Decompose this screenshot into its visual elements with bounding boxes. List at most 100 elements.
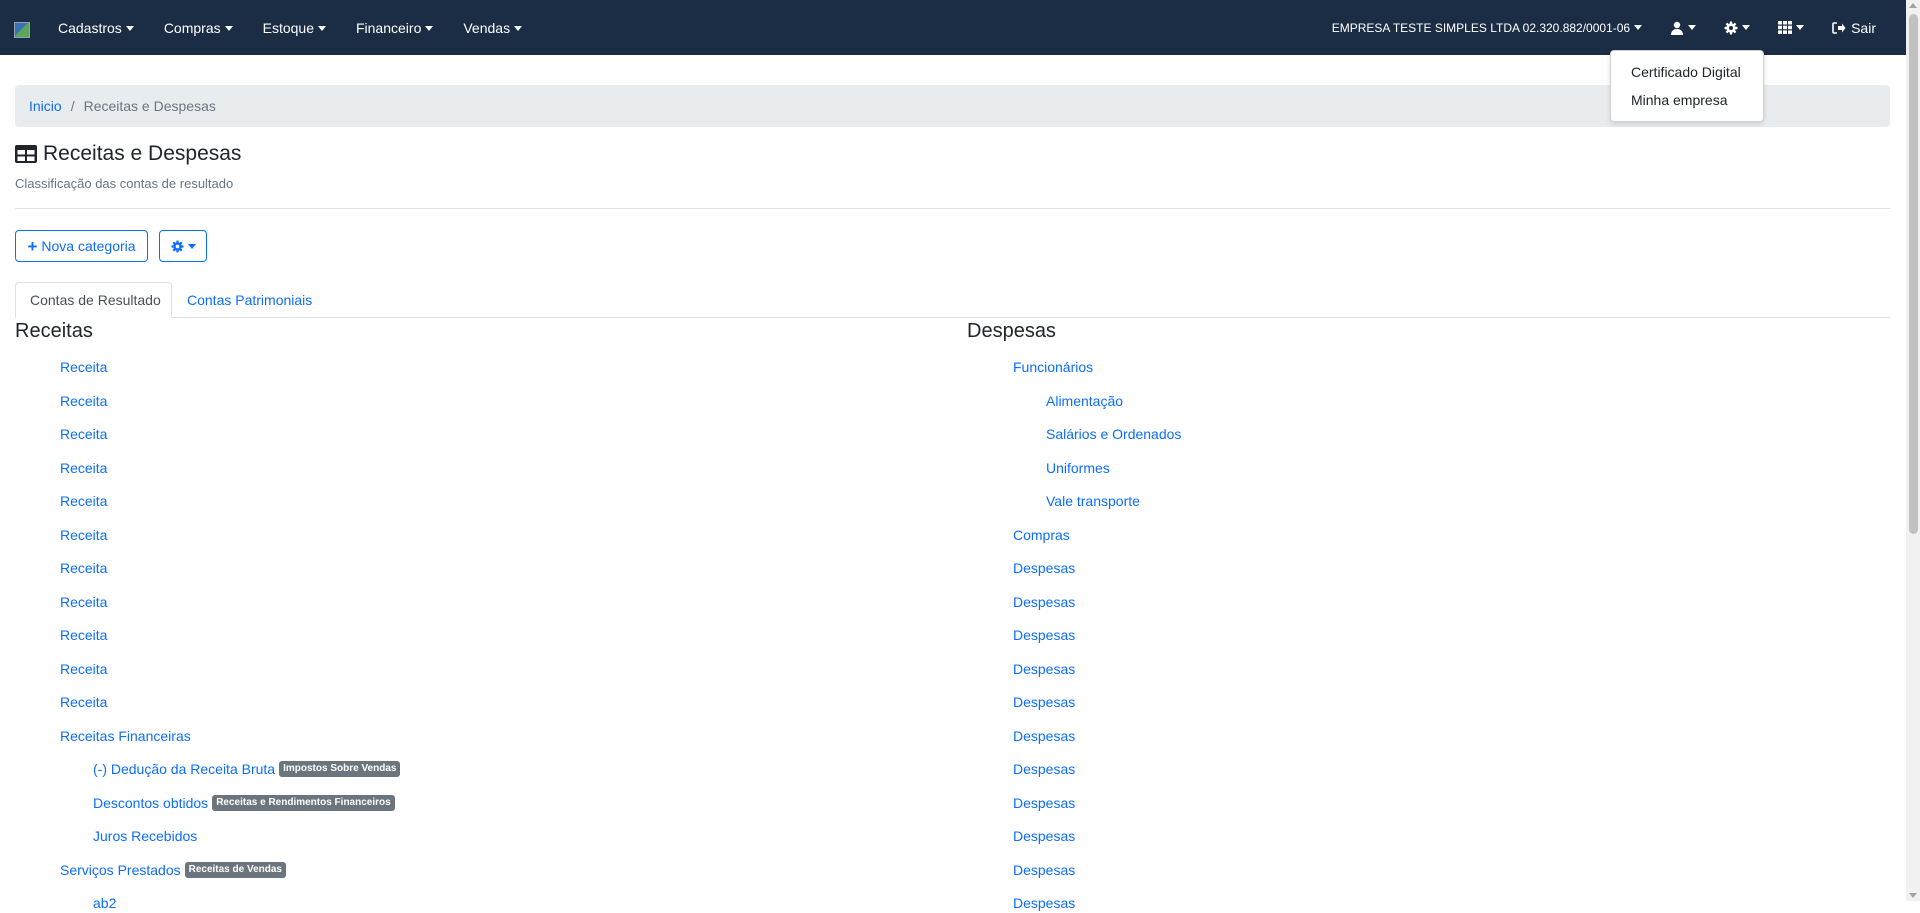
menu-estoque[interactable]: Estoque	[263, 20, 326, 36]
despesas-category-item[interactable]: Despesas	[1013, 826, 1075, 846]
new-category-label: Nova categoria	[41, 238, 136, 254]
receitas-category-item[interactable]: Descontos obtidos Receitas e Rendimentos …	[93, 793, 395, 813]
despesas-category-item[interactable]: Despesas	[1013, 692, 1075, 712]
despesas-category-item[interactable]: Despesas	[1013, 793, 1075, 813]
despesas-category-item[interactable]: Compras	[1013, 525, 1070, 545]
caret-down-icon	[1688, 25, 1697, 30]
broken-image-icon	[14, 22, 30, 38]
sign-out-icon	[1832, 21, 1846, 34]
despesas-category-item[interactable]: Uniformes	[1046, 458, 1110, 478]
brand-logo[interactable]	[14, 22, 30, 38]
settings-dropdown-menu: Certificado Digital Minha empresa	[1610, 50, 1764, 122]
receitas-category-item[interactable]: Receita	[60, 424, 107, 444]
settings-menu[interactable]	[1724, 21, 1751, 35]
despesas-category-item[interactable]: Funcionários	[1013, 357, 1093, 377]
despesas-category-item[interactable]: Despesas	[1013, 659, 1075, 679]
menu-cadastros[interactable]: Cadastros	[58, 20, 134, 36]
tab-contas-patrimoniais[interactable]: Contas Patrimoniais	[187, 282, 312, 318]
user-icon	[1671, 21, 1684, 35]
caret-down-icon	[1796, 25, 1805, 30]
scroll-up-arrow-icon[interactable]	[1909, 3, 1917, 8]
options-dropdown-button[interactable]	[159, 230, 207, 262]
category-label: Despesas	[1013, 761, 1076, 777]
category-label: (-) Dedução da Receita Bruta	[93, 761, 276, 777]
divider	[15, 208, 1890, 209]
despesas-category-item[interactable]: Despesas	[1013, 592, 1075, 612]
logout-button[interactable]: Sair	[1832, 20, 1876, 36]
despesas-category-item[interactable]: Vale transporte	[1046, 491, 1140, 511]
company-selector[interactable]: EMPRESA TESTE SIMPLES LTDA 02.320.882/00…	[1332, 21, 1643, 35]
caret-down-icon	[125, 25, 134, 31]
category-label: Receita	[60, 694, 108, 710]
receitas-category-item[interactable]: Receita	[60, 625, 107, 645]
category-label: Receita	[60, 392, 108, 409]
despesas-category-item[interactable]: Despesas	[1013, 860, 1075, 880]
despesas-category-item[interactable]: Despesas	[1013, 625, 1075, 645]
category-label: Despesas	[1013, 560, 1076, 576]
category-label: Receita	[60, 526, 108, 543]
dropdown-item-certificado[interactable]: Certificado Digital	[1631, 64, 1741, 80]
receitas-category-item[interactable]: Receita	[60, 659, 107, 679]
category-label: Serviços Prestados	[60, 861, 181, 878]
category-type-badge: Receitas de Vendas	[184, 861, 286, 878]
receitas-category-item[interactable]: Receita	[60, 692, 107, 712]
receitas-category-item[interactable]: Receita	[60, 391, 107, 411]
category-label: Juros Recebidos	[93, 828, 198, 844]
category-label: Despesas	[1013, 727, 1076, 744]
scroll-down-arrow-icon[interactable]	[1909, 893, 1917, 898]
apps-menu[interactable]	[1778, 21, 1805, 34]
category-label: Despesas	[1013, 694, 1076, 710]
receitas-category-item[interactable]: Receita	[60, 491, 107, 511]
caret-down-icon	[1742, 25, 1751, 30]
caret-down-icon	[514, 25, 523, 31]
gear-icon	[170, 239, 184, 253]
receitas-category-item[interactable]: Juros Recebidos	[93, 826, 197, 846]
receitas-category-item[interactable]: Receita	[60, 525, 107, 545]
breadcrumb-separator: /	[70, 98, 75, 114]
category-label: Alimentação	[1046, 392, 1124, 409]
receitas-category-item[interactable]: (-) Dedução da Receita Bruta Impostos Sob…	[93, 759, 401, 779]
despesas-category-item[interactable]: Alimentação	[1046, 391, 1123, 411]
receitas-category-item[interactable]: Receita	[60, 357, 107, 377]
caret-down-icon	[1634, 24, 1643, 30]
category-label: Vale transporte	[1046, 493, 1140, 509]
page-title-text: Receitas e Despesas	[43, 142, 242, 165]
menu-label: Estoque	[262, 19, 314, 36]
category-label: Receita	[60, 593, 108, 610]
tab-contas-de-resultado[interactable]: Contas de Resultado	[15, 282, 172, 318]
scrollbar[interactable]	[1906, 0, 1920, 901]
menu-financeiro[interactable]: Financeiro	[356, 20, 434, 36]
top-navbar: Cadastros Compras Estoque Financeiro Ven…	[0, 0, 1906, 55]
despesas-category-item[interactable]: Despesas	[1013, 893, 1075, 913]
receitas-category-item[interactable]: Receita	[60, 558, 107, 578]
receitas-category-item[interactable]: Receitas Financeiras	[60, 726, 191, 746]
page-title: Receitas e Despesas	[15, 142, 241, 166]
page-subtitle: Classificação das contas de resultado	[15, 176, 234, 191]
despesas-category-item[interactable]: Despesas	[1013, 558, 1075, 578]
category-label: Receita	[60, 459, 108, 476]
category-label: Receita	[60, 627, 108, 643]
caret-down-icon	[425, 25, 434, 31]
menu-vendas[interactable]: Vendas	[463, 20, 523, 36]
menu-compras[interactable]: Compras	[164, 20, 233, 36]
receitas-category-item[interactable]: Serviços Prestados Receitas de Vendas	[60, 860, 286, 880]
category-label: Receitas Financeiras	[60, 727, 191, 744]
receitas-category-item[interactable]: ab2	[93, 893, 116, 913]
user-menu[interactable]	[1670, 21, 1697, 35]
menu-label: Compras	[163, 19, 221, 36]
scrollbar-thumb[interactable]	[1909, 14, 1918, 534]
despesas-category-item[interactable]: Salários e Ordenados	[1046, 424, 1181, 444]
category-label: Compras	[1013, 526, 1070, 543]
receitas-category-item[interactable]: Receita	[60, 592, 107, 612]
dropdown-item-minha-empresa[interactable]: Minha empresa	[1631, 92, 1728, 108]
receitas-heading: Receitas	[15, 320, 93, 342]
category-label: Descontos obtidos	[93, 794, 209, 811]
despesas-category-item[interactable]: Despesas	[1013, 726, 1075, 746]
breadcrumb-home-link[interactable]: Inicio	[29, 98, 62, 114]
category-type-badge: Receitas e Rendimentos Financeiros	[212, 794, 395, 811]
plus-icon: +	[27, 236, 38, 256]
new-category-button[interactable]: + Nova categoria	[15, 230, 148, 262]
despesas-category-item[interactable]: Despesas	[1013, 759, 1075, 779]
receitas-category-item[interactable]: Receita	[60, 458, 107, 478]
caret-down-icon	[317, 25, 326, 31]
